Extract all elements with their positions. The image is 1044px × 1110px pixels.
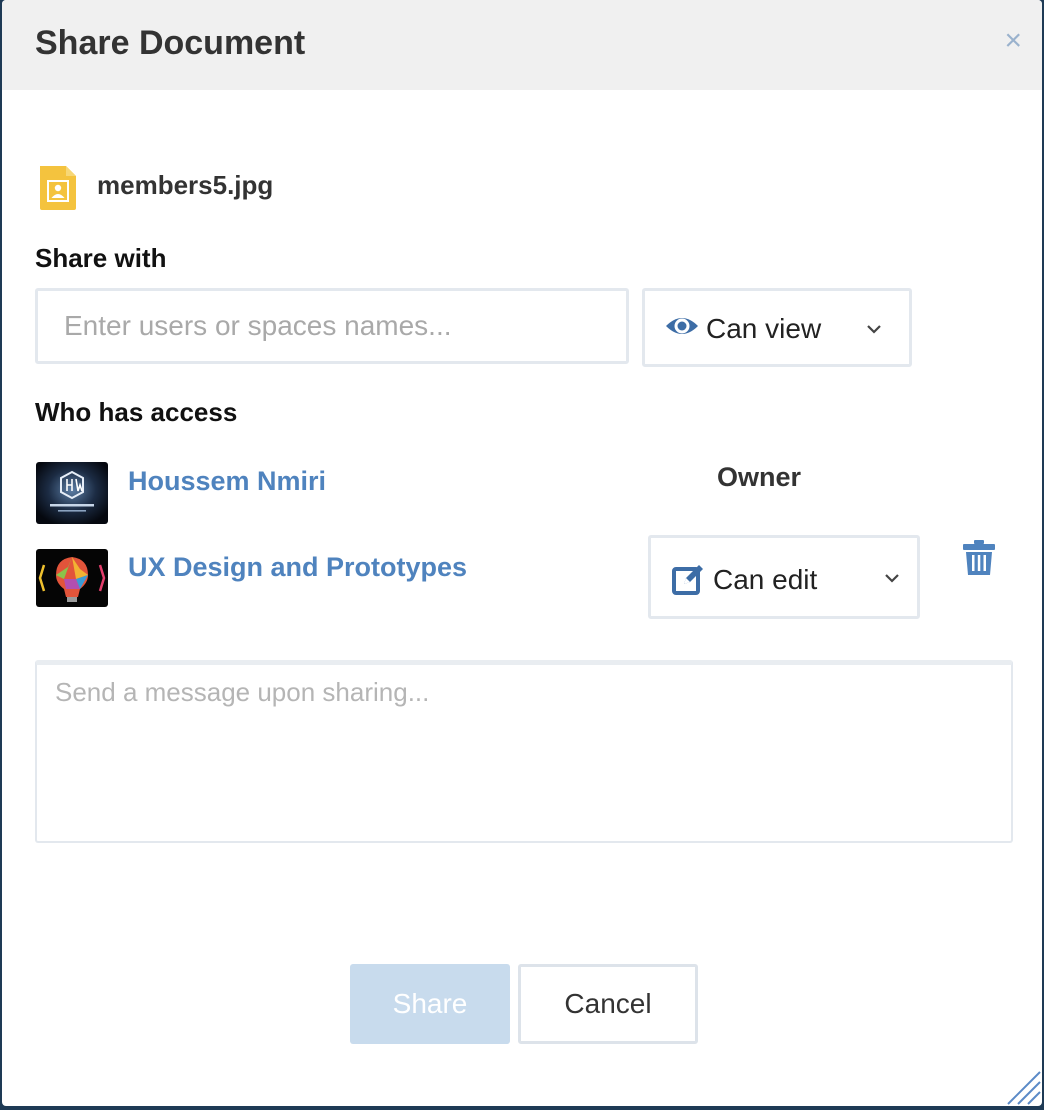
eye-icon xyxy=(666,318,698,334)
share-with-input[interactable] xyxy=(35,288,629,364)
dialog-title: Share Document xyxy=(35,24,306,62)
member-name[interactable]: Houssem Nmiri xyxy=(128,466,326,497)
share-permission-label: Can view xyxy=(706,313,822,344)
owner-role-label: Owner xyxy=(717,462,802,492)
edit-icon xyxy=(672,565,703,595)
share-with-label: Share with xyxy=(35,243,167,273)
avatar xyxy=(36,549,108,607)
member-permission-label: Can edit xyxy=(713,564,818,595)
trash-icon[interactable] xyxy=(962,540,996,576)
image-file-icon xyxy=(40,166,76,210)
close-icon: × xyxy=(1004,24,1022,57)
share-button[interactable]: Share xyxy=(350,964,510,1044)
close-button[interactable]: × xyxy=(1004,26,1022,56)
chevron-down-icon xyxy=(885,574,899,583)
chevron-down-icon xyxy=(867,325,881,334)
member-name[interactable]: UX Design and Prototypes xyxy=(128,552,467,583)
who-has-access-label: Who has access xyxy=(35,397,238,427)
file-name: members5.jpg xyxy=(97,170,274,200)
message-textarea[interactable] xyxy=(35,660,1013,843)
dialog-header: Share Document × xyxy=(2,0,1042,90)
member-permission-select[interactable]: Can edit xyxy=(648,535,920,619)
cancel-button[interactable]: Cancel xyxy=(518,964,698,1044)
share-document-dialog: Share Document × members5.jpg Share with… xyxy=(2,0,1042,1106)
share-permission-select[interactable]: Can view xyxy=(642,288,912,367)
resize-handle-icon[interactable] xyxy=(1002,1066,1042,1106)
avatar xyxy=(36,462,108,524)
